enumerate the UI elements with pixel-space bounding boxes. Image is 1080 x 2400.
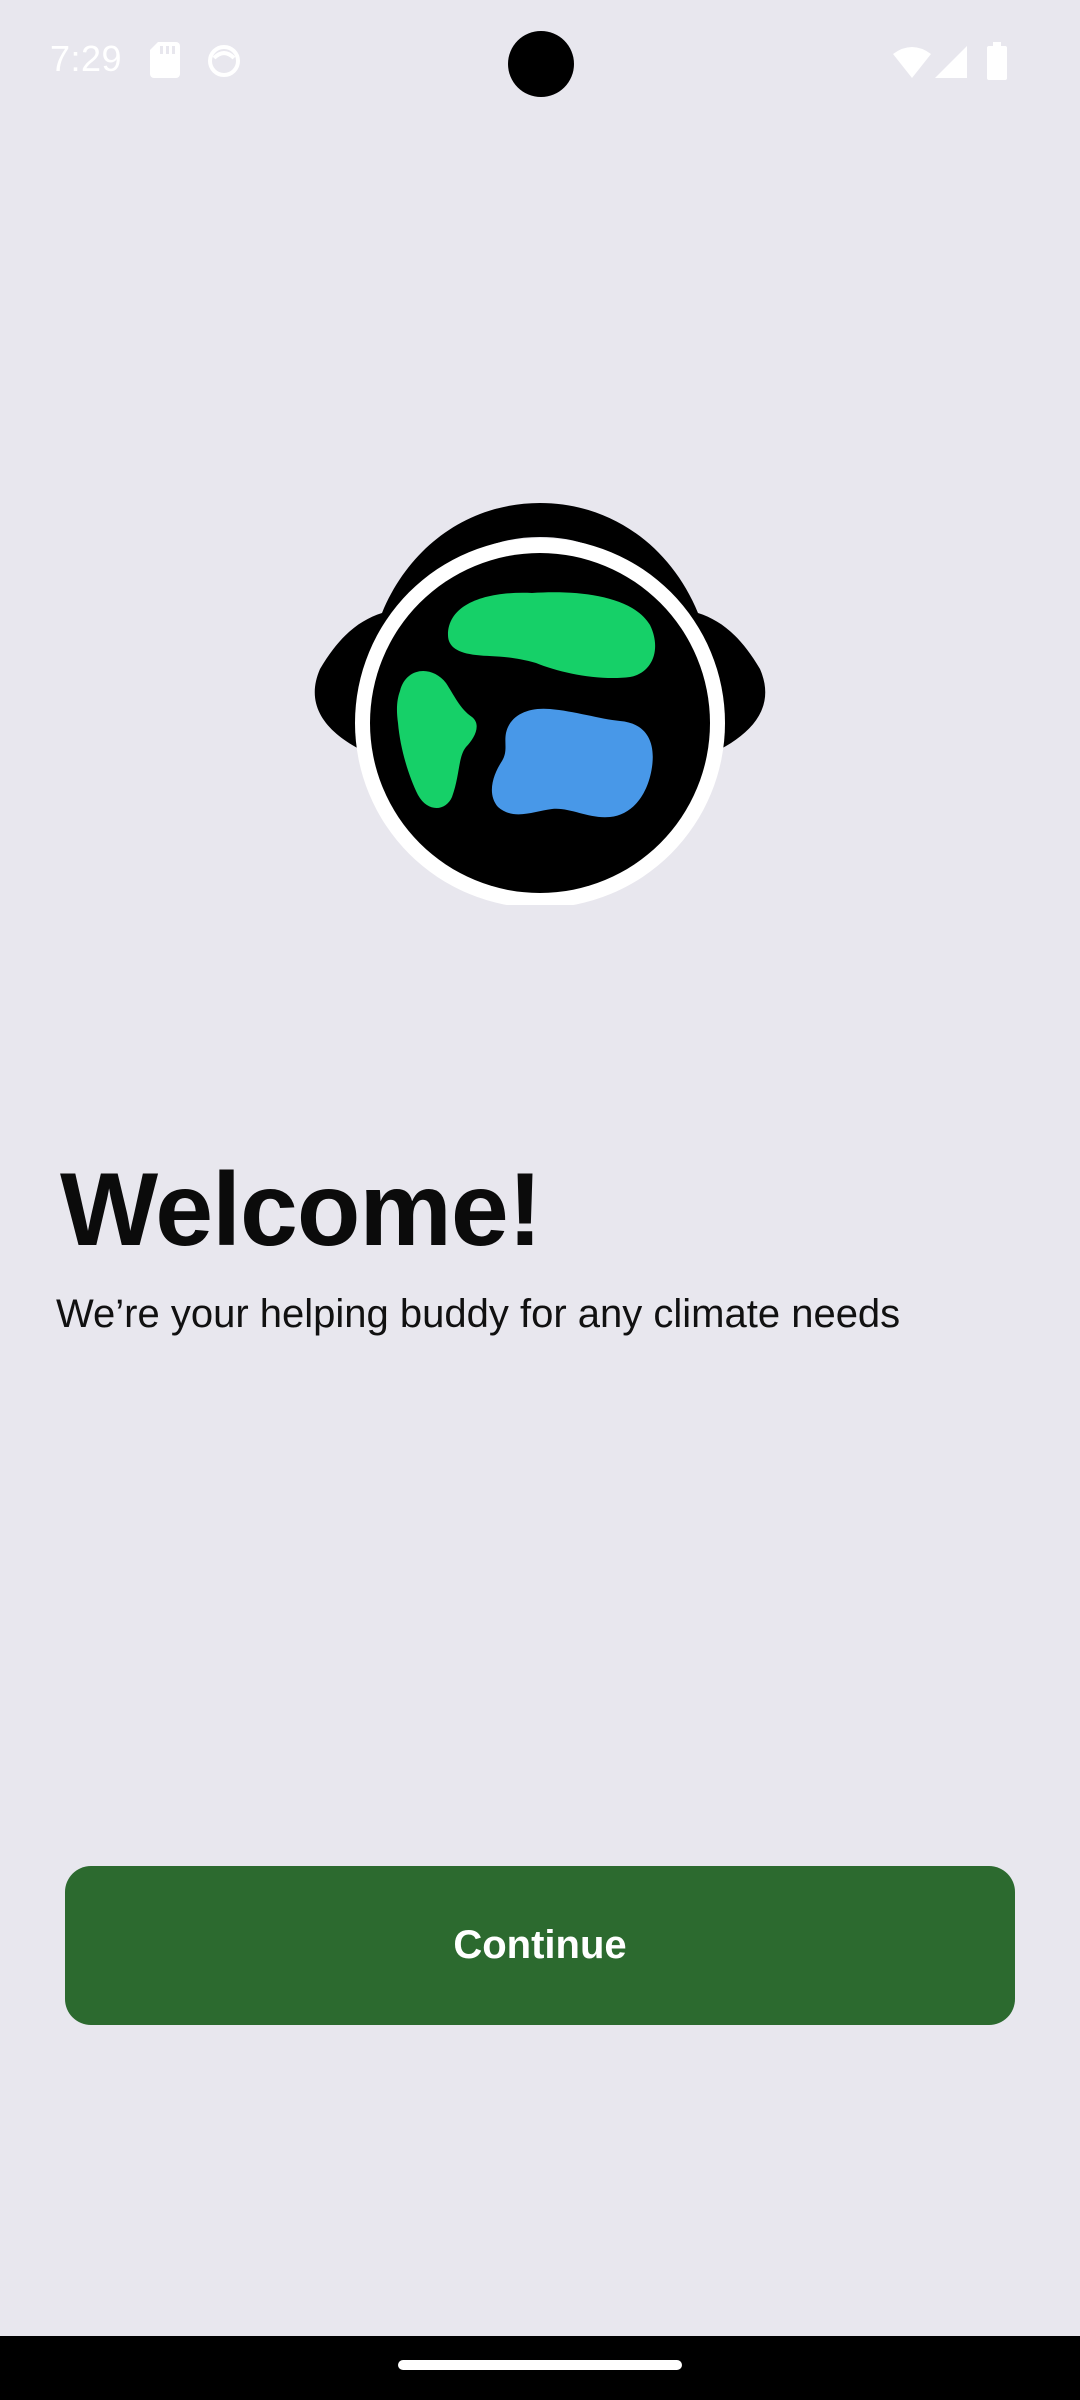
notification-app-icon bbox=[208, 45, 240, 77]
battery-icon bbox=[987, 42, 1007, 80]
cellular-signal-icon bbox=[935, 46, 967, 78]
wifi-icon bbox=[893, 47, 931, 78]
home-gesture-handle[interactable] bbox=[398, 2360, 682, 2370]
status-time: 7:29 bbox=[50, 38, 123, 79]
front-camera-cutout bbox=[508, 31, 574, 97]
welcome-title: Welcome! bbox=[60, 1152, 542, 1268]
welcome-subtitle: We’re your helping buddy for any climate… bbox=[56, 1292, 901, 1336]
status-bar: 7:29 bbox=[0, 0, 1080, 130]
sd-card-icon bbox=[150, 42, 180, 78]
continue-button[interactable]: Continue bbox=[65, 1866, 1015, 2025]
navigation-bar bbox=[0, 2336, 1080, 2400]
globe-headphones-logo-icon bbox=[314, 503, 766, 905]
